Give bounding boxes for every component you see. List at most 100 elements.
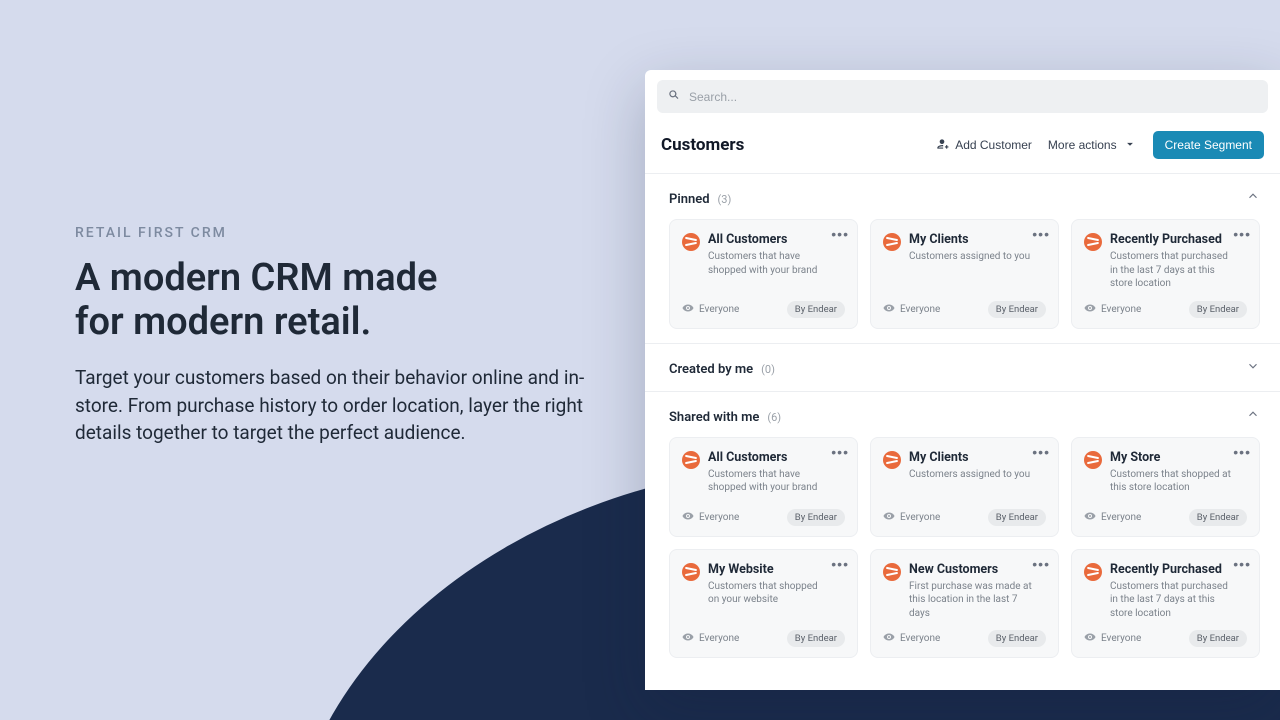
visibility-label: Everyone (1101, 512, 1141, 523)
caret-down-icon (1123, 137, 1137, 154)
chevron-down-icon (1246, 358, 1260, 377)
shared-cards: ••• All Customers Customers that have sh… (669, 437, 1260, 659)
promo-heading: A modern CRM made for modern retail. (75, 257, 595, 344)
card-more-button[interactable]: ••• (1233, 226, 1251, 242)
card-visibility: Everyone (883, 631, 940, 646)
chevron-up-icon (1246, 406, 1260, 425)
search-input[interactable] (689, 90, 1258, 104)
card-title: All Customers (708, 450, 831, 465)
card-badge: By Endear (1189, 301, 1247, 318)
card-description: First purchase was made at this location… (909, 580, 1032, 621)
app-window: Customers Add Customer More actions Crea… (645, 70, 1280, 690)
card-visibility: Everyone (682, 302, 739, 317)
card-more-button[interactable]: ••• (1032, 444, 1050, 460)
segment-icon (883, 563, 901, 581)
card-title: My Clients (909, 450, 1032, 465)
segment-icon (1084, 233, 1102, 251)
card-visibility: Everyone (682, 510, 739, 525)
card-description: Customers that have shopped with your br… (708, 468, 831, 495)
segment-card[interactable]: ••• Recently Purchased Customers that pu… (1071, 219, 1260, 329)
section-created-header[interactable]: Created by me (0) (669, 358, 1260, 377)
eye-icon (682, 302, 694, 317)
eye-icon (883, 302, 895, 317)
add-customer-button[interactable]: Add Customer (935, 137, 1032, 154)
card-visibility: Everyone (1084, 631, 1141, 646)
card-badge: By Endear (1189, 509, 1247, 526)
card-more-button[interactable]: ••• (1032, 226, 1050, 242)
segment-card[interactable]: ••• All Customers Customers that have sh… (669, 437, 858, 537)
segment-card[interactable]: ••• New Customers First purchase was mad… (870, 549, 1059, 659)
more-actions-button[interactable]: More actions (1048, 137, 1137, 154)
card-description: Customers that shopped at this store loc… (1110, 468, 1233, 495)
create-segment-button[interactable]: Create Segment (1153, 131, 1264, 159)
card-badge: By Endear (787, 509, 845, 526)
segment-card[interactable]: ••• My Clients Customers assigned to you… (870, 219, 1059, 329)
visibility-label: Everyone (1101, 633, 1141, 644)
card-more-button[interactable]: ••• (1233, 556, 1251, 572)
segment-card[interactable]: ••• All Customers Customers that have sh… (669, 219, 858, 329)
card-visibility: Everyone (1084, 302, 1141, 317)
card-visibility: Everyone (1084, 510, 1141, 525)
add-user-icon (935, 137, 949, 154)
section-pinned: Pinned (3) ••• All Customers Customers t… (645, 173, 1280, 343)
segment-icon (682, 451, 700, 469)
segment-card[interactable]: ••• My Clients Customers assigned to you… (870, 437, 1059, 537)
card-visibility: Everyone (883, 510, 940, 525)
segment-icon (883, 233, 901, 251)
segment-card[interactable]: ••• My Store Customers that shopped at t… (1071, 437, 1260, 537)
segment-icon (682, 563, 700, 581)
card-title: Recently Purchased (1110, 562, 1233, 577)
card-more-button[interactable]: ••• (1032, 556, 1050, 572)
card-description: Customers assigned to you (909, 250, 1032, 264)
eye-icon (682, 631, 694, 646)
header-actions: Add Customer More actions Create Segment (935, 131, 1264, 159)
card-description: Customers assigned to you (909, 468, 1032, 482)
card-title: New Customers (909, 562, 1032, 577)
section-shared: Shared with me (6) ••• All Customers Cus… (645, 391, 1280, 673)
card-title: My Clients (909, 232, 1032, 247)
card-visibility: Everyone (883, 302, 940, 317)
eye-icon (1084, 302, 1096, 317)
card-description: Customers that purchased in the last 7 d… (1110, 580, 1233, 621)
eye-icon (883, 631, 895, 646)
search-field-wrapper[interactable] (657, 80, 1268, 113)
segment-card[interactable]: ••• My Website Customers that shopped on… (669, 549, 858, 659)
promo-eyebrow: RETAIL FIRST CRM (75, 225, 595, 241)
card-more-button[interactable]: ••• (1233, 444, 1251, 460)
card-title: Recently Purchased (1110, 232, 1233, 247)
segment-icon (1084, 451, 1102, 469)
promo-copy: RETAIL FIRST CRM A modern CRM made for m… (75, 225, 595, 447)
page-header: Customers Add Customer More actions Crea… (645, 113, 1280, 173)
page-title: Customers (661, 135, 744, 155)
card-more-button[interactable]: ••• (831, 226, 849, 242)
eye-icon (682, 510, 694, 525)
card-description: Customers that have shopped with your br… (708, 250, 831, 277)
segment-icon (1084, 563, 1102, 581)
card-description: Customers that purchased in the last 7 d… (1110, 250, 1233, 291)
chevron-up-icon (1246, 188, 1260, 207)
card-title: My Website (708, 562, 831, 577)
section-pinned-header[interactable]: Pinned (3) (669, 188, 1260, 207)
card-more-button[interactable]: ••• (831, 444, 849, 460)
search-icon (667, 87, 681, 106)
card-more-button[interactable]: ••• (831, 556, 849, 572)
card-visibility: Everyone (682, 631, 739, 646)
eye-icon (883, 510, 895, 525)
card-badge: By Endear (988, 509, 1046, 526)
section-shared-header[interactable]: Shared with me (6) (669, 406, 1260, 425)
eye-icon (1084, 510, 1096, 525)
search-bar (645, 70, 1280, 113)
card-badge: By Endear (988, 630, 1046, 647)
segment-card[interactable]: ••• Recently Purchased Customers that pu… (1071, 549, 1260, 659)
visibility-label: Everyone (900, 633, 940, 644)
card-title: All Customers (708, 232, 831, 247)
visibility-label: Everyone (900, 304, 940, 315)
promo-body: Target your customers based on their beh… (75, 364, 595, 447)
card-badge: By Endear (1189, 630, 1247, 647)
segment-icon (883, 451, 901, 469)
card-badge: By Endear (988, 301, 1046, 318)
visibility-label: Everyone (1101, 304, 1141, 315)
visibility-label: Everyone (699, 633, 739, 644)
pinned-cards: ••• All Customers Customers that have sh… (669, 219, 1260, 329)
card-description: Customers that shopped on your website (708, 580, 831, 607)
